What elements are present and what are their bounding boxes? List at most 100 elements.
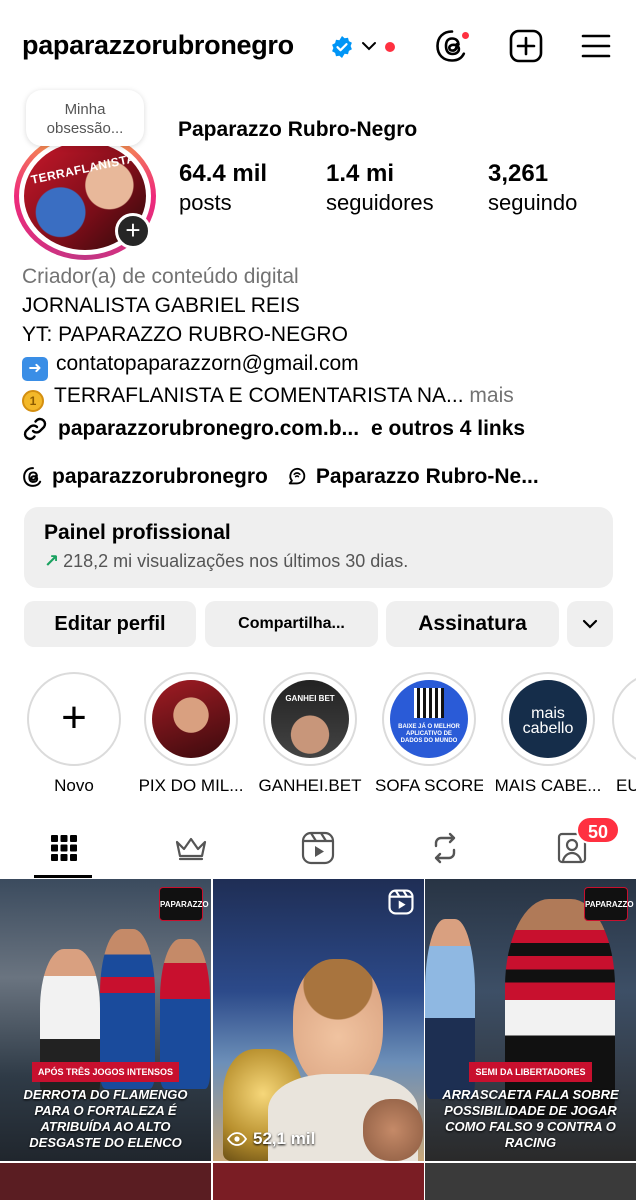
highlight-image-text: BAIXE JÁ O MELHOR APLICATIVO DE DADOS DO… (398, 724, 460, 744)
post-caption-text: ARRASCAETA FALA SOBRE POSSIBILIDADE DE J… (442, 1087, 619, 1150)
main-link[interactable]: paparazzorubronegro.com.b... (58, 417, 359, 441)
active-tab-indicator (34, 875, 92, 878)
link-icon (23, 417, 47, 441)
highlight-label: SOFA SCORE (375, 776, 483, 795)
profile-tabs (0, 820, 636, 878)
add-story-button[interactable]: + (115, 213, 151, 249)
story-highlights: + Novo PIX DO MIL... GANHEI BET GANHEI.B… (0, 672, 636, 802)
tagged-count-badge: 50 (576, 816, 620, 844)
bio-email: contatopaparazzorn@gmail.com (56, 352, 359, 375)
medal-emoji-icon: 1 (22, 390, 44, 412)
username-switcher[interactable]: paparazzorubronegro (22, 30, 294, 61)
qr-code-icon (414, 688, 444, 718)
stat-posts[interactable]: 64.4 mil posts (179, 160, 267, 216)
top-bar: paparazzorubronegro (0, 0, 636, 96)
plus-icon: + (61, 693, 87, 742)
repost-icon (434, 832, 456, 864)
threads-row: paparazzorubronegro Paparazzo Rubro-Ne..… (22, 462, 622, 492)
highlight-ganhei[interactable]: GANHEI BET GANHEI.BET (256, 672, 364, 796)
view-count: 52,1 mil (227, 1129, 315, 1149)
highlight-new[interactable]: + Novo (20, 672, 128, 796)
highlight-maiscabello[interactable]: mais cabello MAIS CABE... (494, 672, 602, 796)
post-thumbnail[interactable] (0, 1163, 211, 1200)
chevron-down-icon (582, 619, 598, 629)
bio-text: TERRAFLANISTA E COMENTARISTA NA... (54, 384, 464, 407)
highlight-pix[interactable]: PIX DO MIL... (137, 672, 245, 796)
bio-links[interactable]: paparazzorubronegro.com.b... e outros 4 … (22, 414, 622, 444)
menu-icon[interactable] (578, 28, 614, 64)
create-post-icon[interactable] (508, 28, 544, 64)
bio-more-link[interactable]: mais (464, 384, 513, 407)
post-caption-text: DERROTA DO FLAMENGO PARA O FORTALEZA É A… (23, 1087, 188, 1150)
threads-notification-dot (460, 30, 471, 41)
reels-icon (388, 889, 414, 915)
panel-title: Painel profissional (44, 521, 231, 544)
highlight-thumbnail: BAIXE JÁ O MELHOR APLICATIVO DE DADOS DO… (390, 680, 468, 758)
suggestions-button[interactable] (567, 601, 613, 647)
view-count-text: 52,1 mil (253, 1129, 316, 1148)
channel-link[interactable]: Paparazzo Rubro-Ne... (286, 465, 539, 489)
other-links[interactable]: e outros 4 links (371, 417, 525, 441)
notification-dot (385, 42, 395, 52)
post-tag: SEMI DA LIBERTADORES (469, 1062, 592, 1082)
highlight-sofascore[interactable]: BAIXE JÁ O MELHOR APLICATIVO DE DADOS DO… (375, 672, 483, 796)
post-caption: SEMI DA LIBERTADORES ARRASCAETA FALA SOB… (425, 1062, 636, 1161)
highlight-label: Novo (54, 776, 94, 795)
post-thumbnail[interactable] (425, 1163, 636, 1200)
threads-icon (23, 467, 42, 487)
person-face (293, 959, 383, 1089)
channel-name: Paparazzo Rubro-Ne... (315, 465, 539, 488)
tab-reels[interactable] (296, 828, 340, 868)
stat-following[interactable]: 3,261 seguindo (488, 160, 577, 216)
bio-line: JORNALISTA GABRIEL REIS (22, 294, 300, 317)
broadcast-channel-icon (288, 467, 306, 485)
stat-value: 1.4 mi (326, 160, 395, 187)
highlight-thumbnail (152, 680, 230, 758)
highlight-label: EU... (616, 776, 636, 795)
post-thumbnail[interactable]: PAPARAZZO APÓS TRÊS JOGOS INTENSOS DERRO… (0, 879, 211, 1161)
post-tag: APÓS TRÊS JOGOS INTENSOS (31, 1062, 180, 1082)
stat-value: 64.4 mil (179, 160, 268, 187)
trend-up-icon: ↗ (44, 551, 60, 571)
stat-value: 3,261 (488, 160, 549, 187)
chevron-down-icon[interactable] (360, 39, 378, 53)
highlight-eu[interactable]: EU... (612, 672, 636, 796)
grid-icon (51, 835, 77, 861)
highlight-image-text: GANHEI BET (285, 694, 335, 703)
stat-label: seguidores (326, 190, 434, 215)
highlight-image-text: mais cabello (522, 705, 574, 737)
share-profile-button[interactable]: Compartilha... (205, 601, 378, 647)
bio-email-line: ➜ contatopaparazzorn@gmail.com (22, 349, 622, 381)
tab-subscriptions[interactable] (169, 828, 213, 868)
bio-line: YT: PAPARAZZO RUBRO-NEGRO (22, 323, 348, 346)
tab-reposts[interactable] (423, 828, 467, 868)
highlight-label: PIX DO MIL... (138, 776, 244, 795)
highlight-label: GANHEI.BET (258, 776, 362, 795)
tab-posts-grid[interactable] (42, 828, 86, 868)
stat-label: seguindo (488, 190, 578, 215)
highlight-label: MAIS CABE... (494, 776, 602, 795)
bio-line: 1 TERRAFLANISTA E COMENTARISTA NA... mais (22, 381, 622, 412)
post-caption: APÓS TRÊS JOGOS INTENSOS DERROTA DO FLAM… (0, 1062, 211, 1161)
crown-icon (175, 837, 207, 861)
display-name: Paparazzo Rubro-Negro (178, 118, 418, 141)
person-face (363, 1099, 423, 1161)
panel-subtitle-text: 218,2 mi visualizações nos últimos 30 di… (63, 551, 409, 571)
post-thumbnail[interactable]: PAPARAZZO SEMI DA LIBERTADORES ARRASCAET… (425, 879, 636, 1161)
eye-icon (227, 1132, 247, 1146)
stat-label: posts (179, 190, 232, 215)
bio: Criador(a) de conteúdo digital JORNALIST… (22, 262, 622, 412)
arrow-right-emoji-icon: ➜ (22, 357, 48, 381)
edit-profile-button[interactable]: Editar perfil (24, 601, 196, 647)
post-thumbnail[interactable] (213, 1163, 424, 1200)
highlight-thumbnail: mais cabello (509, 680, 587, 758)
profile-note[interactable]: Minha obsessão... (26, 90, 144, 146)
professional-dashboard[interactable]: Painel profissional ↗ 218,2 mi visualizaç… (24, 507, 613, 588)
stat-followers[interactable]: 1.4 mi seguidores (326, 160, 434, 216)
reels-icon (301, 831, 335, 865)
avatar-text: TERRAFLANISTA (29, 151, 137, 187)
highlight-thumbnail: GANHEI BET (271, 680, 349, 758)
subscription-button[interactable]: Assinatura (386, 601, 559, 647)
threads-handle-link[interactable]: paparazzorubronegro (52, 465, 268, 489)
post-thumbnail-reel[interactable]: 52,1 mil (213, 879, 424, 1161)
